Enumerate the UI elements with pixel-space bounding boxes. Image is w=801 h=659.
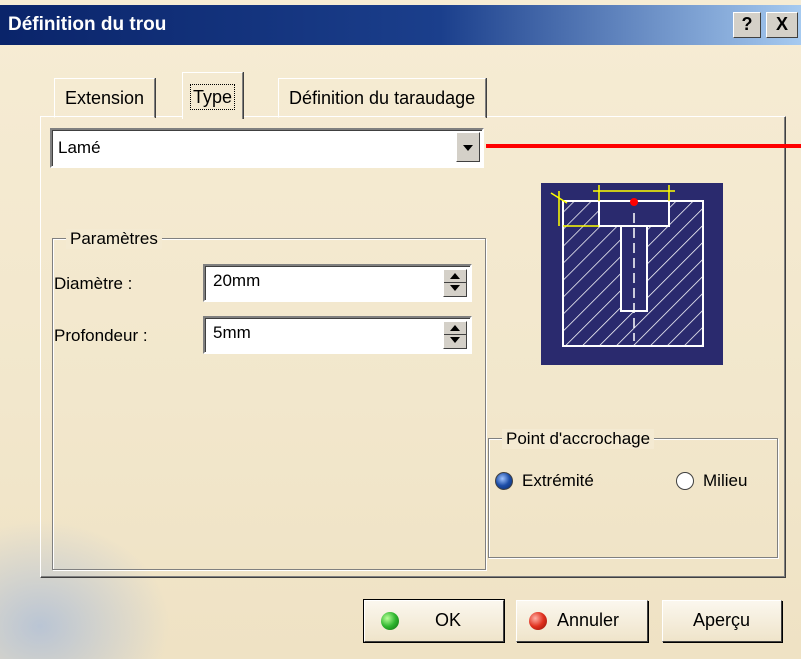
- ok-button-label: OK: [435, 610, 462, 630]
- radio-checked-icon[interactable]: [495, 472, 513, 490]
- cancel-button-label: Annuler: [557, 610, 620, 630]
- anchor-endpoint-option[interactable]: Extrémité: [495, 470, 625, 492]
- anchor-endpoint-label: Extrémité: [522, 471, 594, 490]
- diameter-spinner[interactable]: [443, 269, 467, 297]
- radio-unchecked-icon[interactable]: [676, 472, 694, 490]
- tab-type[interactable]: Type: [182, 72, 244, 119]
- counterbore-hole-icon: [541, 183, 723, 365]
- anchor-middle-option[interactable]: Milieu: [676, 470, 776, 492]
- depth-field[interactable]: 5mm: [203, 316, 472, 354]
- tab-type-label: Type: [189, 84, 236, 110]
- dialog-title: Définition du trou: [8, 14, 167, 35]
- tab-extension[interactable]: Extension: [54, 78, 156, 118]
- tab-extension-label: Extension: [65, 88, 145, 108]
- callout-line: [486, 144, 801, 148]
- tab-tapping-definition[interactable]: Définition du taraudage: [278, 78, 487, 118]
- hole-preview-image: [541, 183, 723, 365]
- red-dot-icon: [529, 612, 547, 630]
- diameter-label: Diamètre :: [54, 274, 133, 293]
- diameter-field[interactable]: 20mm: [203, 264, 472, 302]
- depth-value: 5mm: [213, 323, 251, 342]
- help-button[interactable]: ?: [733, 12, 761, 38]
- spinner-divider: [444, 282, 466, 283]
- anchor-point-group: [488, 438, 778, 558]
- cancel-button[interactable]: Annuler: [516, 600, 648, 642]
- green-dot-icon: [381, 612, 399, 630]
- type-select-value: Lamé: [58, 138, 101, 157]
- parameters-group-label: Paramètres: [66, 229, 162, 249]
- anchor-point-group-label: Point d'accrochage: [502, 429, 655, 449]
- depth-spinner[interactable]: [443, 321, 467, 349]
- anchor-middle-label: Milieu: [703, 471, 748, 490]
- close-button[interactable]: X: [766, 12, 798, 38]
- type-select[interactable]: Lamé: [50, 128, 484, 168]
- spinner-divider: [444, 334, 466, 335]
- preview-button-label: Aperçu: [693, 610, 751, 630]
- ok-button[interactable]: OK: [363, 599, 505, 643]
- diameter-value: 20mm: [213, 271, 261, 290]
- chevron-down-icon[interactable]: [456, 132, 480, 162]
- depth-label: Profondeur :: [54, 326, 148, 345]
- tab-tapping-definition-label: Définition du taraudage: [289, 88, 476, 108]
- preview-button[interactable]: Aperçu: [662, 600, 782, 642]
